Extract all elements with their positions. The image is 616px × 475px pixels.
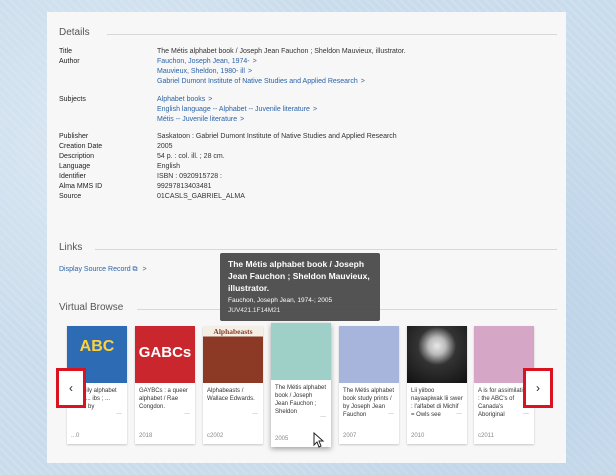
detail-label: Author [59,58,80,65]
mouse-cursor-icon [313,432,325,448]
tooltip-title: The Métis alphabet book / Joseph Jean Fa… [228,259,370,293]
browse-item-title: GAYBCs : a queer alphabet / Rae Congdon. [139,388,188,410]
detail-value-link[interactable]: Métis -- Juvenile literature > [157,116,244,123]
detail-link-text: English language -- Alphabet -- Juvenile… [157,106,310,113]
links-divider [95,249,557,250]
tooltip-call-number: JUV421.1F14M21 [228,307,281,314]
more-options-icon[interactable]: ... [388,409,394,416]
browse-item-date: 2007 [343,433,357,439]
details-divider [107,34,557,35]
more-options-icon[interactable]: ... [184,409,190,416]
detail-label: Publisher [59,133,89,140]
book-cover-image [339,326,399,383]
carousel-prev-button[interactable]: ‹ [56,368,86,408]
book-cover-image [407,326,467,383]
detail-value-link[interactable]: English language -- Alphabet -- Juvenile… [157,106,317,113]
carousel-next-button[interactable]: › [523,368,553,408]
more-options-icon[interactable]: ... [252,409,258,416]
browse-item-card[interactable]: The Métis alphabet book / Joseph Jean Fa… [271,323,331,447]
browse-item-card[interactable]: Alphabeasts Alphabeasts / Wallace Edwards… [203,326,263,444]
book-tooltip: The Métis alphabet book / Joseph Jean Fa… [220,253,380,321]
chevron-right-icon: > [142,266,147,273]
more-options-icon[interactable]: ... [456,409,462,416]
detail-value-link[interactable]: Mauvieux, Sheldon, 1980- ill > [157,68,252,75]
detail-label: Source [59,193,82,200]
detail-value: 01CASLS_GABRIEL_ALMA [157,193,245,200]
detail-value: 2005 [157,143,173,150]
cover-text: GABCs [138,344,192,361]
chevron-right-icon: > [360,78,365,85]
detail-label: Language [59,163,91,170]
detail-value: English [157,163,180,170]
detail-label: Alma MMS ID [59,183,103,190]
detail-link-text: Métis -- Juvenile literature [157,116,238,123]
browse-item-date: c2011 [478,433,494,439]
browse-item-date: c2002 [207,433,224,439]
browse-item-date: 2018 [139,433,153,439]
browse-item-date: ...0 [71,433,80,439]
detail-link-text: Mauvieux, Sheldon, 1980- ill [157,68,245,75]
chevron-right-icon: > [240,116,245,123]
detail-value: Saskatoon : Gabriel Dumont Institute of … [157,133,397,140]
chevron-right-icon: > [247,68,253,75]
detail-label: Identifier [59,173,86,180]
detail-label: Description [59,153,95,160]
browse-item-card[interactable]: The Métis alphabet book study prints / b… [339,326,399,444]
book-cover-image: Alphabeasts [203,326,263,383]
detail-value-link[interactable]: Gabriel Dumont Institute of Native Studi… [157,78,365,85]
browse-item-date: 2005 [275,436,289,442]
detail-link-text: Alphabet books [157,96,206,103]
detail-label: Creation Date [59,143,103,150]
links-heading: Links [59,242,83,253]
detail-link-text: Fauchon, Joseph Jean, 1974- [157,58,250,65]
detail-link-text: Gabriel Dumont Institute of Native Studi… [157,78,358,85]
chevron-right-icon: › [536,381,540,395]
display-source-record-label: Display Source Record [59,266,131,273]
browse-item-title: The Métis alphabet book study prints / b… [343,388,395,418]
detail-value: ISBN : 0920915728 : [157,173,222,180]
detail-label: Subjects [59,96,86,103]
detail-value-link[interactable]: Alphabet books > [157,96,212,103]
detail-value: 54 p. : col. ill. ; 28 cm. [157,153,225,160]
book-cover-image [271,323,331,380]
detail-value: The Métis alphabet book / Joseph Jean Fa… [157,48,406,55]
browse-item-card[interactable]: GABCs GAYBCs : a queer alphabet / Rae Con… [135,326,195,444]
tooltip-author-date: Fauchon, Joseph Jean, 1974-; 2005 [228,297,333,304]
cover-text: ABC [79,338,115,355]
chevron-right-icon: > [252,58,257,65]
display-source-record-link[interactable]: Display Source Record ⧉ > [59,266,147,274]
book-cover-image: GABCs [135,326,195,383]
virtual-browse-heading: Virtual Browse [59,302,124,313]
detail-label: Title [59,48,72,55]
details-heading: Details [59,27,90,38]
more-options-icon[interactable]: ... [320,412,326,419]
chevron-left-icon: ‹ [69,381,73,395]
external-link-icon: ⧉ [132,266,138,273]
browse-item-title: Lii yiiboo nayaapiwak lii swer : l'alfab… [411,388,463,418]
cover-text: Alphabeasts [213,327,253,336]
detail-value: 99297813403481 [157,183,212,190]
chevron-right-icon: > [312,106,318,113]
chevron-right-icon: > [208,96,213,103]
browse-item-date: 2010 [411,433,425,439]
detail-value-link[interactable]: Fauchon, Joseph Jean, 1974- > [157,58,257,65]
browse-item-title: Alphabeasts / Wallace Edwards. [207,388,255,402]
more-options-icon[interactable]: ... [523,409,529,416]
browse-item-card[interactable]: Lii yiiboo nayaapiwak lii swer : l'alfab… [407,326,467,444]
more-options-icon[interactable]: ... [116,409,122,416]
